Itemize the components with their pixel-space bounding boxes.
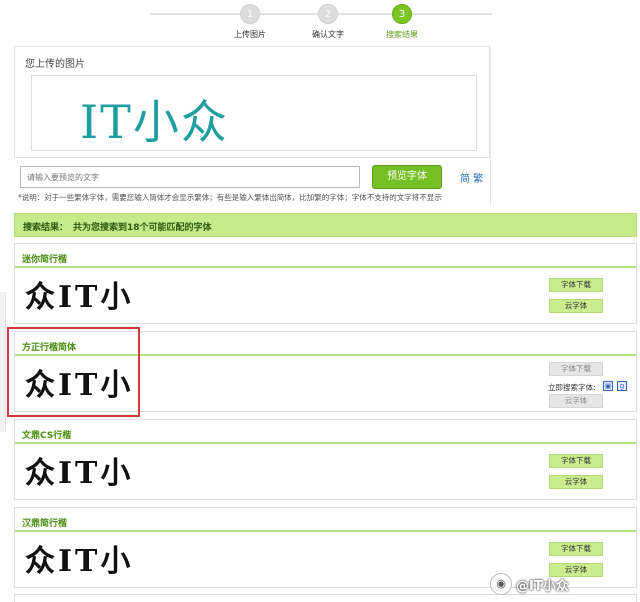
font-result-card: 迷你简行楷 众IT小 字体下载 云字体 [14, 243, 637, 324]
font-name[interactable]: 汉鼎简行楷 [22, 516, 67, 529]
step-connector [260, 13, 318, 15]
watermark-logo-icon: ◉ [490, 573, 512, 595]
summary-label: 搜索结果： [23, 223, 69, 233]
step-3-circle: 3 [392, 4, 412, 24]
cloud-font-button[interactable]: 云字体 [549, 475, 603, 489]
watermark-text: @IT小众 [516, 579, 569, 594]
card-header: 文鼎CS行楷 [15, 420, 636, 444]
step-3-label: 搜索结果 [386, 30, 418, 39]
card-header: 迷你简行楷 [15, 244, 636, 268]
instant-search-label: 立即搜索字体: [548, 383, 596, 392]
preview-input-row: 预览字体 简 繁 *说明：对于一些繁体字体，需要您输入简体才会显示繁体；有些是输… [14, 160, 490, 206]
step-2-label: 确认文字 [312, 30, 344, 39]
font-download-button[interactable]: 字体下载 [549, 542, 603, 556]
watermark: ◉ @IT小众 [490, 571, 632, 597]
highlight-box [7, 327, 140, 417]
uploaded-image-panel: 您上传的图片 IT小众 [14, 46, 490, 158]
uploaded-image-frame: IT小众 [31, 75, 477, 151]
step-connector [150, 13, 250, 15]
step-connector [338, 13, 392, 15]
usage-note: *说明：对于一些繁体字体，需要您输入简体才会显示繁体；有些是输入繁体出简体，比加… [18, 193, 442, 202]
font-sample: 众IT小 [25, 280, 134, 315]
font-download-button[interactable]: 字体下载 [549, 454, 603, 468]
uploaded-image-title: 您上传的图片 [25, 59, 85, 70]
step-1-circle: 1 [240, 4, 260, 24]
google-search-icon[interactable]: g [617, 381, 627, 391]
progress-steps: 1 上传图片 2 确认文字 3 搜索结果 [0, 0, 640, 44]
cloud-font-button[interactable]: 云字体 [549, 299, 603, 313]
search-result-summary: 搜索结果： 共为您搜索到18个可能匹配的字体 [14, 213, 637, 237]
simplified-traditional-toggle[interactable]: 简 繁 [460, 170, 483, 185]
card-header: 汉鼎简行楷 [15, 508, 636, 532]
uploaded-image-text: IT小众 [80, 95, 229, 149]
font-result-card: 文鼎CS行楷 众IT小 字体下载 云字体 [14, 419, 637, 500]
search-engine-icon[interactable]: ▣ [603, 381, 613, 391]
preview-font-button[interactable]: 预览字体 [372, 165, 442, 189]
font-sample: 众IT小 [25, 544, 134, 579]
font-download-button[interactable]: 字体下载 [549, 362, 603, 376]
summary-text: 共为您搜索到18个可能匹配的字体 [73, 223, 212, 233]
right-side-panel [490, 46, 640, 206]
font-download-button[interactable]: 字体下载 [549, 278, 603, 292]
font-sample: 众IT小 [25, 456, 134, 491]
preview-text-input[interactable] [20, 166, 360, 188]
step-2-circle: 2 [318, 4, 338, 24]
cloud-font-button[interactable]: 云字体 [549, 394, 603, 408]
font-name[interactable]: 迷你简行楷 [22, 252, 67, 265]
font-name[interactable]: 文鼎CS行楷 [22, 428, 71, 441]
left-scroll-edge [0, 292, 6, 432]
step-1-label: 上传图片 [234, 30, 266, 39]
step-connector [412, 13, 492, 15]
